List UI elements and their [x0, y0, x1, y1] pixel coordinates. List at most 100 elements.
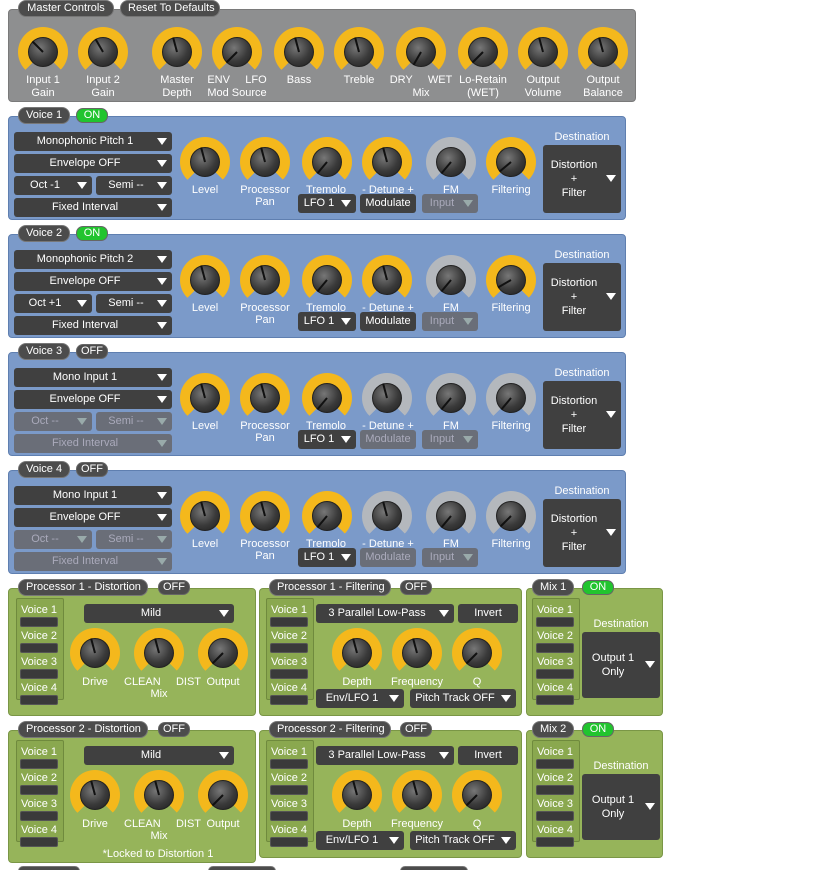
envelope-dropdown[interactable]: Envelope OFF — [14, 154, 172, 173]
voice-select-button[interactable]: Voice 2 — [536, 773, 574, 795]
master-knob-2[interactable] — [152, 27, 202, 77]
envelope-dropdown[interactable]: Envelope OFF — [14, 272, 172, 291]
distortion-mode-dropdown[interactable]: Mild — [84, 746, 234, 765]
modulate-button[interactable]: Modulate — [360, 312, 416, 331]
master-knob-3[interactable] — [212, 27, 262, 77]
voice-select-button[interactable]: Voice 4 — [20, 825, 58, 847]
master-knob-1[interactable] — [78, 27, 128, 77]
envelope-dropdown[interactable]: Envelope OFF — [14, 508, 172, 527]
lfo-dropdown[interactable]: LFO 1 — [298, 548, 356, 567]
distortion-mode-dropdown[interactable]: Mild — [84, 604, 234, 623]
voice-detune-knob[interactable] — [362, 491, 412, 541]
master-knob-6[interactable] — [396, 27, 446, 77]
filter-q-knob[interactable] — [452, 628, 502, 678]
lfo-dropdown[interactable]: LFO 1 — [298, 312, 356, 331]
semitone-dropdown[interactable]: Semi -- — [96, 176, 172, 195]
voice-pan1-knob[interactable] — [240, 255, 290, 305]
voice-level-knob[interactable] — [180, 255, 230, 305]
voice-select-button[interactable]: Voice 1 — [20, 605, 58, 627]
voice-select-button[interactable]: Voice 2 — [270, 773, 308, 795]
mix-power-toggle[interactable]: ON — [582, 580, 614, 595]
voice-fm-knob[interactable] — [426, 491, 476, 541]
voice-select-button[interactable]: Voice 2 — [536, 631, 574, 653]
distortion-drive-knob[interactable] — [70, 770, 120, 820]
voice-power-toggle[interactable]: OFF — [76, 462, 108, 477]
voice-pan1-knob[interactable] — [240, 373, 290, 423]
mix-destination-dropdown[interactable]: Output 1 Only — [582, 632, 660, 698]
reset-to-defaults-button[interactable]: Reset To Defaults — [120, 0, 220, 17]
filtering-power-toggle[interactable]: OFF — [400, 722, 432, 737]
distortion-power-toggle[interactable]: OFF — [158, 580, 190, 595]
voice-select-button[interactable]: Voice 4 — [536, 825, 574, 847]
voice-mode-dropdown[interactable]: Mono Input 1 — [14, 368, 172, 387]
lfo-dropdown[interactable]: LFO 1 — [298, 194, 356, 213]
semitone-dropdown[interactable]: Semi -- — [96, 294, 172, 313]
octave-dropdown[interactable]: Oct -1 — [14, 176, 92, 195]
invert-button[interactable]: Invert — [458, 604, 518, 623]
voice-select-button[interactable]: Voice 4 — [270, 825, 308, 847]
master-knob-4[interactable] — [274, 27, 324, 77]
filter-depth-knob[interactable] — [332, 628, 382, 678]
voice-select-button[interactable]: Voice 3 — [20, 657, 58, 679]
voice-select-button[interactable]: Voice 4 — [536, 683, 574, 705]
distortion-power-toggle[interactable]: OFF — [158, 722, 190, 737]
voice-select-button[interactable]: Voice 2 — [20, 773, 58, 795]
octave-dropdown[interactable]: Oct +1 — [14, 294, 92, 313]
voice-select-button[interactable]: Voice 3 — [20, 799, 58, 821]
voice-pan1-knob[interactable] — [240, 491, 290, 541]
voice-mode-dropdown[interactable]: Monophonic Pitch 1 — [14, 132, 172, 151]
distortion-drive-knob[interactable] — [70, 628, 120, 678]
voice-filtering-knob[interactable] — [486, 491, 536, 541]
voice-filtering-knob[interactable] — [486, 137, 536, 187]
voice-select-button[interactable]: Voice 3 — [536, 799, 574, 821]
voice-pan1-knob[interactable] — [240, 137, 290, 187]
voice-mode-dropdown[interactable]: Mono Input 1 — [14, 486, 172, 505]
voice-tremolo-knob[interactable] — [302, 491, 352, 541]
pitch-track-dropdown[interactable]: Pitch Track OFF — [410, 689, 516, 708]
master-knob-5[interactable] — [334, 27, 384, 77]
voice-select-button[interactable]: Voice 1 — [536, 747, 574, 769]
voice-level-knob[interactable] — [180, 491, 230, 541]
voice-select-button[interactable]: Voice 3 — [270, 657, 308, 679]
voice-fm-knob[interactable] — [426, 255, 476, 305]
destination-dropdown[interactable]: Distortion + Filter — [543, 145, 621, 213]
master-knob-9[interactable] — [578, 27, 628, 77]
voice-filtering-knob[interactable] — [486, 255, 536, 305]
voice-tremolo-knob[interactable] — [302, 373, 352, 423]
voice-select-button[interactable]: Voice 1 — [270, 605, 308, 627]
voice-select-button[interactable]: Voice 4 — [270, 683, 308, 705]
filter-mode-dropdown[interactable]: 3 Parallel Low-Pass — [316, 746, 454, 765]
destination-dropdown[interactable]: Distortion + Filter — [543, 263, 621, 331]
master-knob-8[interactable] — [518, 27, 568, 77]
voice-select-button[interactable]: Voice 2 — [20, 631, 58, 653]
voice-mode-dropdown[interactable]: Monophonic Pitch 2 — [14, 250, 172, 269]
voice-select-button[interactable]: Voice 4 — [20, 683, 58, 705]
voice-power-toggle[interactable]: OFF — [76, 344, 108, 359]
voice-tremolo-knob[interactable] — [302, 255, 352, 305]
voice-tremolo-knob[interactable] — [302, 137, 352, 187]
voice-fm-knob[interactable] — [426, 373, 476, 423]
voice-fm-knob[interactable] — [426, 137, 476, 187]
voice-select-button[interactable]: Voice 1 — [20, 747, 58, 769]
pitch-track-dropdown[interactable]: Pitch Track OFF — [410, 831, 516, 850]
voice-select-button[interactable]: Voice 2 — [270, 631, 308, 653]
filter-depth-knob[interactable] — [332, 770, 382, 820]
voice-detune-knob[interactable] — [362, 255, 412, 305]
distortion-mix-knob[interactable] — [134, 628, 184, 678]
invert-button[interactable]: Invert — [458, 746, 518, 765]
voice-power-toggle[interactable]: ON — [76, 226, 108, 241]
destination-dropdown[interactable]: Distortion + Filter — [543, 381, 621, 449]
interval-dropdown[interactable]: Fixed Interval — [14, 316, 172, 335]
master-knob-0[interactable] — [18, 27, 68, 77]
envelope-dropdown[interactable]: Envelope OFF — [14, 390, 172, 409]
voice-select-button[interactable]: Voice 1 — [536, 605, 574, 627]
voice-detune-knob[interactable] — [362, 137, 412, 187]
filtering-power-toggle[interactable]: OFF — [400, 580, 432, 595]
interval-dropdown[interactable]: Fixed Interval — [14, 198, 172, 217]
filter-q-knob[interactable] — [452, 770, 502, 820]
filter-frequency-knob[interactable] — [392, 770, 442, 820]
filter-env-lfo-dropdown[interactable]: Env/LFO 1 — [316, 689, 404, 708]
mix-destination-dropdown[interactable]: Output 1 Only — [582, 774, 660, 840]
lfo-dropdown[interactable]: LFO 1 — [298, 430, 356, 449]
voice-detune-knob[interactable] — [362, 373, 412, 423]
